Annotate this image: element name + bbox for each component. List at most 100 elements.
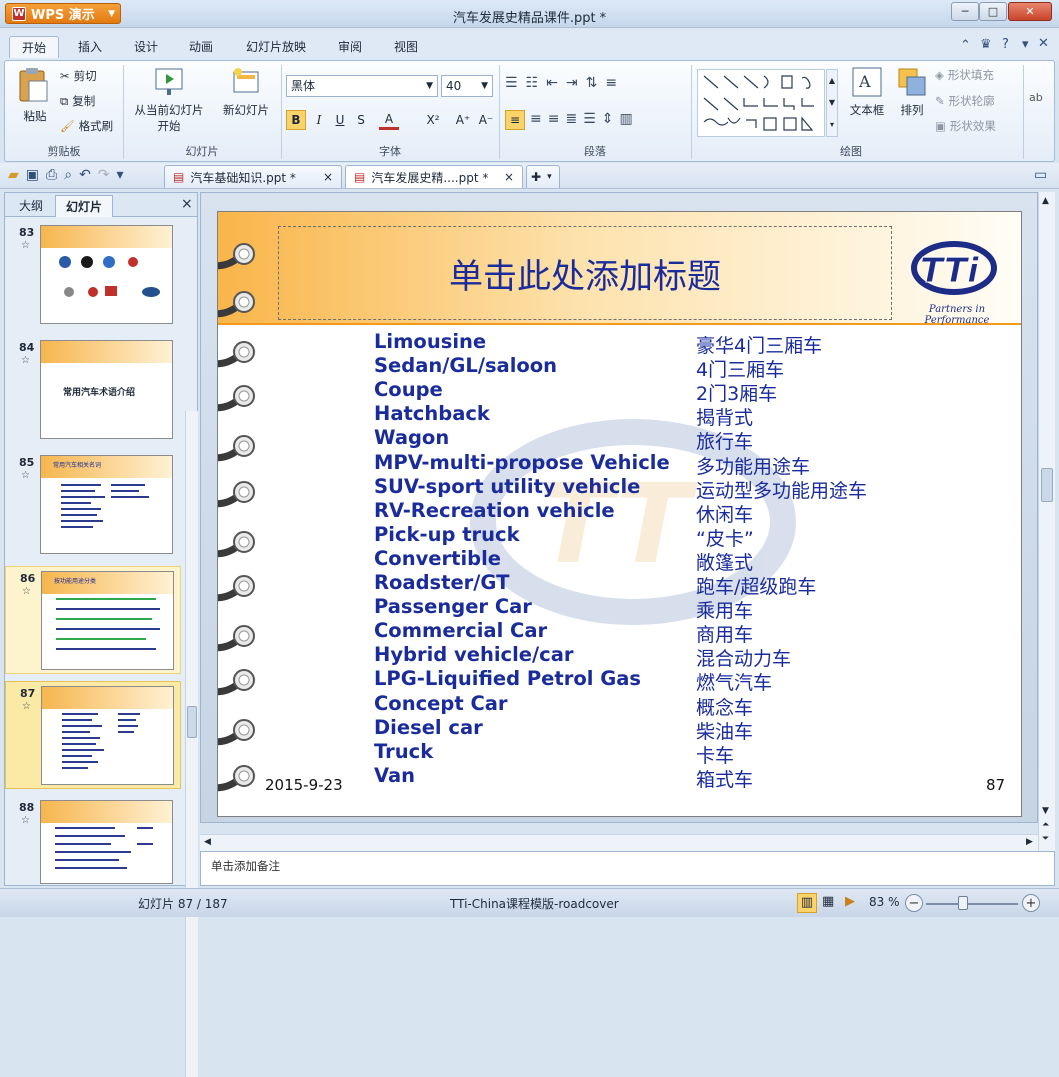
slide-thumb-88[interactable]: 88 ☆ — [5, 796, 181, 884]
help-icon[interactable]: ? — [1002, 37, 1009, 52]
skin-icon[interactable]: ♛ — [980, 37, 992, 52]
slideshow-view-icon[interactable]: ▶ — [845, 894, 855, 909]
slide-thumb-85[interactable]: 85 ☆ 常用汽车相关名词 — [5, 451, 181, 559]
slide-thumb-86[interactable]: 86 ☆ 按功能用途分类 — [5, 566, 181, 674]
paste-button[interactable]: 粘贴 — [17, 67, 53, 124]
minimize-button[interactable]: ─ — [951, 2, 979, 21]
cut-button[interactable]: ✂ 剪切 — [60, 68, 97, 84]
tab-review[interactable]: 审阅 — [326, 36, 374, 58]
slide[interactable]: TT 单击此处添加标题 TTi Partners in Performance … — [217, 211, 1022, 817]
next-slide-icon[interactable]: ⏷ — [1042, 834, 1049, 844]
format-painter-button[interactable]: 🖌 格式刷 — [60, 118, 113, 134]
number-list-icon[interactable]: ☷ — [526, 75, 539, 91]
customize-toolbar-icon[interactable]: ▾ — [117, 167, 124, 183]
scroll-right-icon[interactable]: ▶ — [1026, 837, 1033, 847]
underline-button[interactable]: U — [330, 110, 350, 130]
scroll-thumb[interactable] — [187, 706, 197, 738]
copy-button[interactable]: ⧉ 复制 — [60, 93, 95, 109]
save-icon[interactable]: ▣ — [26, 167, 39, 183]
tab-animation[interactable]: 动画 — [177, 36, 225, 58]
font-size-field[interactable]: 40 ▼ — [441, 75, 493, 97]
tab-outline[interactable]: 大纲 — [9, 195, 53, 217]
zoom-in-button[interactable]: + — [1022, 894, 1040, 912]
close-window-button[interactable]: ✕ — [1008, 2, 1052, 21]
play-from-current-button[interactable]: 从当前幻灯片 开始 — [129, 65, 209, 134]
previous-slide-icon[interactable]: ⏶ — [1042, 820, 1049, 830]
undo-icon[interactable]: ↶ — [79, 167, 91, 183]
arrange-button[interactable]: 排列 — [890, 65, 934, 118]
text-direction-icon[interactable]: ⇅ — [586, 75, 598, 91]
shapes-gallery-scroll[interactable]: ▲ ▼ ▾ — [826, 69, 838, 137]
tab-insert[interactable]: 插入 — [66, 36, 114, 58]
print-icon[interactable]: ⎙ — [46, 167, 57, 183]
doc-tab-1-close[interactable]: × — [323, 170, 333, 184]
decrease-indent-icon[interactable]: ⇤ — [546, 75, 558, 91]
scroll-up-icon[interactable]: ▲ — [1042, 196, 1049, 206]
more-ribbon-icon[interactable]: ab — [1029, 91, 1043, 104]
normal-view-icon[interactable]: ▥ — [797, 893, 817, 913]
thumb-number: 86 — [20, 572, 36, 585]
shrink-font-button[interactable]: A⁻ — [476, 110, 496, 130]
doc-tab-1[interactable]: ▤ 汽车基础知识.ppt * × — [164, 165, 342, 188]
increase-indent-icon[interactable]: ⇥ — [566, 75, 578, 91]
slide-horizontal-scrollbar[interactable]: ◀ ▶ — [200, 834, 1038, 851]
text-shadow-button[interactable]: S — [351, 110, 371, 130]
slide-thumb-84[interactable]: 84 ☆ 常用汽车术语介绍 — [5, 336, 181, 444]
doc-tab-2[interactable]: ▤ 汽车发展史精....ppt * × — [345, 165, 523, 188]
doc-tab-1-label: 汽车基础知识.ppt * — [190, 170, 296, 185]
italic-button[interactable]: I — [309, 110, 329, 130]
window-list-icon[interactable]: ▭ — [1034, 167, 1047, 183]
bold-button[interactable]: B — [286, 110, 306, 130]
scroll-down-icon[interactable]: ▼ — [1042, 806, 1049, 816]
shape-effects-button[interactable]: ▣ 形状效果 — [935, 118, 996, 134]
line-spacing-icon[interactable]: ⇕ — [602, 111, 614, 127]
zoom-slider-thumb[interactable] — [958, 896, 968, 910]
zoom-slider[interactable] — [926, 903, 1018, 905]
new-slide-button[interactable]: 新幻灯片 — [217, 65, 275, 118]
notes-pane[interactable]: 单击添加备注 — [200, 851, 1055, 886]
shapes-gallery[interactable] — [697, 69, 825, 137]
distribute-icon[interactable]: ☰ — [583, 111, 596, 127]
maximize-button[interactable]: □ — [979, 2, 1007, 21]
slide-vertical-scrollbar[interactable]: ▲ ▼ ⏶ ⏷ — [1038, 192, 1055, 852]
align-center-icon[interactable]: ≡ — [530, 111, 542, 127]
redo-icon[interactable]: ↷ — [98, 167, 110, 183]
slide-sorter-icon[interactable]: ▦ — [822, 894, 834, 909]
term-chinese: 商用车 — [696, 624, 754, 647]
collapse-ribbon-icon[interactable]: ⌃ — [960, 38, 971, 53]
shape-fill-button[interactable]: ◈ 形状填充 — [935, 67, 994, 83]
grow-font-button[interactable]: A⁺ — [453, 110, 473, 130]
superscript-button[interactable]: X² — [423, 110, 443, 130]
align-text-icon[interactable]: ≡ — [605, 75, 617, 91]
columns-icon[interactable]: ▥ — [620, 111, 633, 127]
font-color-button[interactable]: A — [379, 110, 399, 130]
bullet-list-icon[interactable]: ☰ — [505, 75, 518, 91]
justify-icon[interactable]: ≣ — [565, 111, 577, 127]
print-preview-icon[interactable]: ⌕ — [64, 167, 72, 183]
close-doc-icon[interactable]: ✕ — [1038, 36, 1049, 51]
tab-slideshow[interactable]: 幻灯片放映 — [234, 36, 318, 58]
pane-close-button[interactable]: × — [181, 196, 193, 212]
slide-thumb-83[interactable]: 83 ☆ — [5, 221, 181, 329]
tab-design[interactable]: 设计 — [122, 36, 170, 58]
textbox-button[interactable]: A 文本框 — [843, 65, 891, 118]
title-placeholder[interactable]: 单击此处添加标题 — [278, 226, 892, 320]
slide-thumb-87[interactable]: 87 ☆ — [5, 681, 181, 789]
open-folder-icon[interactable]: ▰ — [8, 167, 19, 183]
align-left-button[interactable]: ≡ — [505, 110, 525, 130]
binder-ring — [218, 291, 255, 318]
doc-tab-2-close[interactable]: × — [504, 170, 514, 184]
tab-slides[interactable]: 幻灯片 — [55, 195, 114, 217]
slides-pane-scrollbar[interactable] — [185, 411, 198, 1077]
new-tab-button[interactable]: ✚ ▾ — [526, 165, 560, 188]
font-name-field[interactable]: 黑体 ▼ — [286, 75, 438, 97]
term-chinese: “皮卡” — [696, 527, 754, 550]
tab-home[interactable]: 开始 — [9, 36, 60, 58]
tab-view[interactable]: 视图 — [382, 36, 430, 58]
scroll-thumb[interactable] — [1041, 468, 1053, 502]
scroll-left-icon[interactable]: ◀ — [204, 837, 211, 847]
help-menu-icon[interactable]: ▾ — [1022, 37, 1029, 52]
zoom-out-button[interactable]: − — [905, 894, 923, 912]
align-right-icon[interactable]: ≡ — [548, 111, 560, 127]
shape-outline-button[interactable]: ✎ 形状轮廓 — [935, 93, 995, 109]
